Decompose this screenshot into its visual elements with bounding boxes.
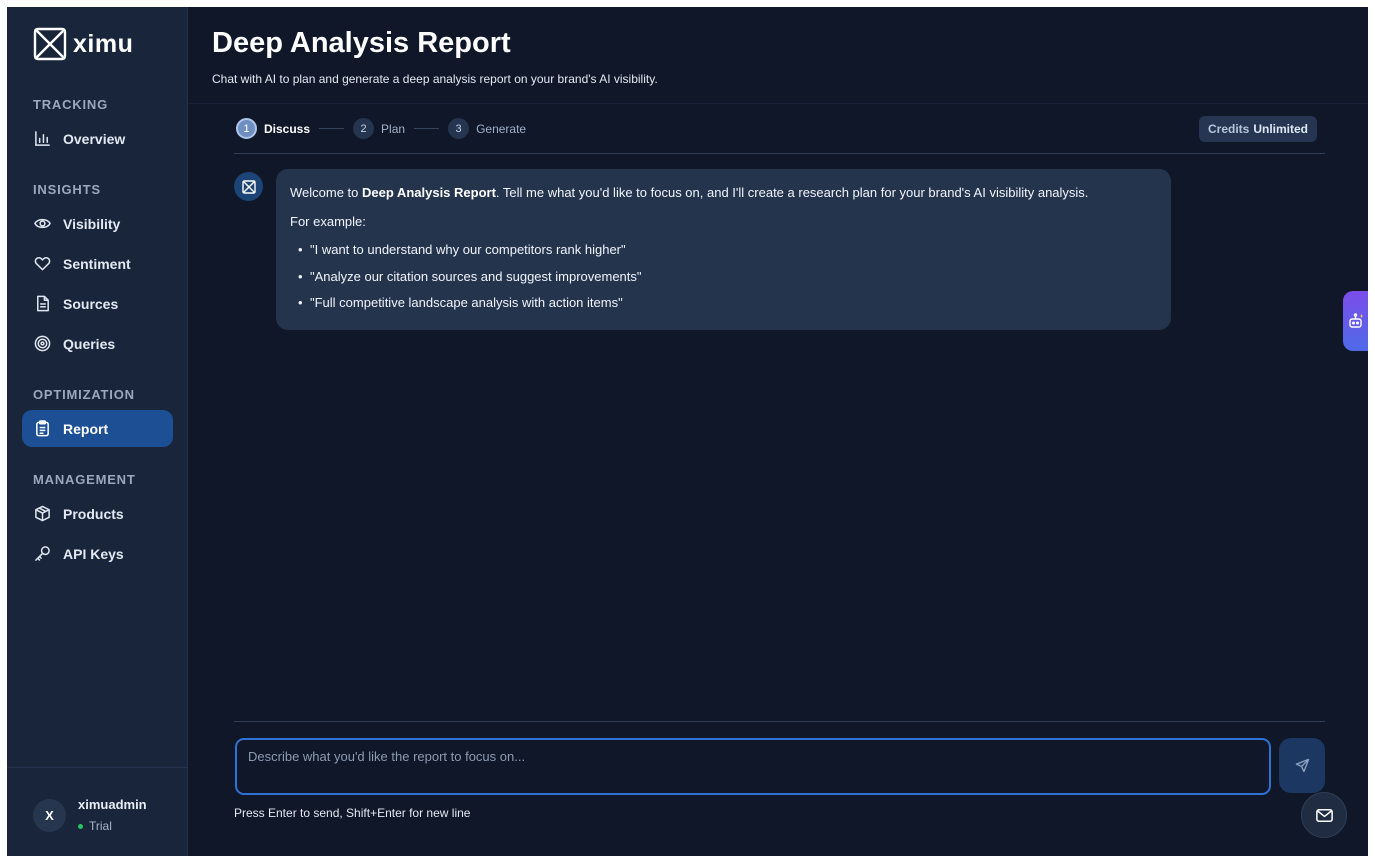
sidebar-item-queries[interactable]: Queries	[22, 325, 173, 362]
section-label-tracking: TRACKING	[33, 97, 109, 112]
sidebar-item-label: Report	[63, 420, 109, 437]
ximu-logo-icon	[241, 179, 256, 194]
step-indicator: 1 Discuss 2 Plan 3 Generate	[236, 118, 526, 139]
step-label: Discuss	[264, 121, 311, 136]
credits-label: Credits	[1208, 122, 1250, 136]
step-label: Plan	[381, 121, 406, 136]
sidebar-item-sources[interactable]: Sources	[22, 285, 173, 322]
mail-icon	[1315, 808, 1333, 822]
sidebar-item-label: API Keys	[63, 545, 124, 562]
example-list: "I want to understand why our competitor…	[290, 241, 1157, 312]
ximu-logo-icon	[33, 27, 67, 61]
status-dot-icon	[78, 823, 83, 829]
clipboard-icon	[36, 420, 49, 437]
sidebar-item-report[interactable]: Report	[22, 410, 173, 447]
step-number: 1	[236, 118, 257, 139]
section-label-management: MANAGEMENT	[33, 472, 136, 487]
message-bold-text: Deep Analysis Report	[362, 185, 496, 200]
page-subtitle: Chat with AI to plan and generate a deep…	[212, 72, 658, 86]
sidebar-item-api-keys[interactable]: API Keys	[22, 535, 173, 572]
sidebar-item-sentiment[interactable]: Sentiment	[22, 245, 173, 282]
list-item: "Analyze our citation sources and sugges…	[298, 268, 1157, 286]
list-item: "Full competitive landscape analysis wit…	[298, 294, 1157, 312]
sidebar-item-label: Visibility	[63, 215, 121, 232]
send-icon	[1295, 758, 1309, 773]
step-plan: 2 Plan	[353, 118, 405, 139]
brand-logo[interactable]: ximu	[33, 27, 133, 61]
credits-value: Unlimited	[1253, 122, 1309, 136]
bar-chart-icon	[35, 131, 50, 146]
assistant-widget-button[interactable]	[1343, 291, 1368, 351]
list-item: "I want to understand why our competitor…	[298, 241, 1157, 259]
step-connector	[319, 128, 345, 129]
message-text: Welcome to	[290, 185, 363, 200]
report-focus-input[interactable]	[235, 738, 1271, 795]
sidebar-item-label: Products	[63, 505, 124, 522]
plan-label: Trial	[89, 819, 112, 833]
messages-button[interactable]	[1301, 792, 1347, 838]
sidebar-item-label: Overview	[63, 130, 126, 147]
send-button[interactable]	[1279, 738, 1325, 793]
robot-icon	[1348, 313, 1363, 328]
sidebar-item-label: Queries	[63, 335, 116, 352]
app-window: ximu TRACKING Overview INSIGHTS Visibili…	[7, 7, 1368, 856]
section-label-optimization: OPTIMIZATION	[33, 387, 135, 402]
step-discuss: 1 Discuss	[236, 118, 310, 139]
header-divider	[188, 103, 1368, 104]
example-label: For example:	[290, 213, 366, 229]
sidebar: ximu TRACKING Overview INSIGHTS Visibili…	[7, 7, 188, 856]
user-plan: Trial	[78, 819, 112, 833]
sidebar-item-label: Sentiment	[63, 255, 131, 272]
composer-hint: Press Enter to send, Shift+Enter for new…	[234, 806, 471, 820]
target-icon	[34, 335, 51, 352]
section-label-insights: INSIGHTS	[33, 182, 101, 197]
sidebar-item-products[interactable]: Products	[22, 495, 173, 532]
eye-icon	[34, 218, 51, 229]
message-text: . Tell me what you'd like to focus on, a…	[495, 185, 1089, 200]
step-generate: 3 Generate	[448, 118, 526, 139]
assistant-message: Welcome to Deep Analysis Report. Tell me…	[276, 169, 1171, 330]
sidebar-item-label: Sources	[63, 295, 119, 312]
step-connector	[414, 128, 440, 129]
page-title: Deep Analysis Report	[212, 27, 511, 59]
package-icon	[35, 505, 50, 522]
heart-icon	[34, 257, 51, 271]
credits-badge: Credits Unlimited	[1199, 116, 1318, 142]
step-number: 3	[448, 118, 470, 139]
assistant-avatar	[234, 172, 263, 201]
brand-name: ximu	[73, 29, 134, 58]
composer-divider	[234, 721, 1325, 722]
sidebar-item-overview[interactable]: Overview	[22, 120, 173, 157]
user-name[interactable]: ximuadmin	[78, 797, 147, 812]
sidebar-divider	[7, 767, 188, 768]
step-number: 2	[353, 118, 375, 139]
steps-divider	[234, 153, 1325, 154]
document-icon	[37, 295, 49, 312]
message-intro: Welcome to Deep Analysis Report. Tell me…	[290, 184, 1157, 202]
key-icon	[35, 546, 50, 561]
avatar[interactable]: X	[33, 799, 66, 832]
step-label: Generate	[476, 121, 527, 136]
sidebar-item-visibility[interactable]: Visibility	[22, 205, 173, 242]
